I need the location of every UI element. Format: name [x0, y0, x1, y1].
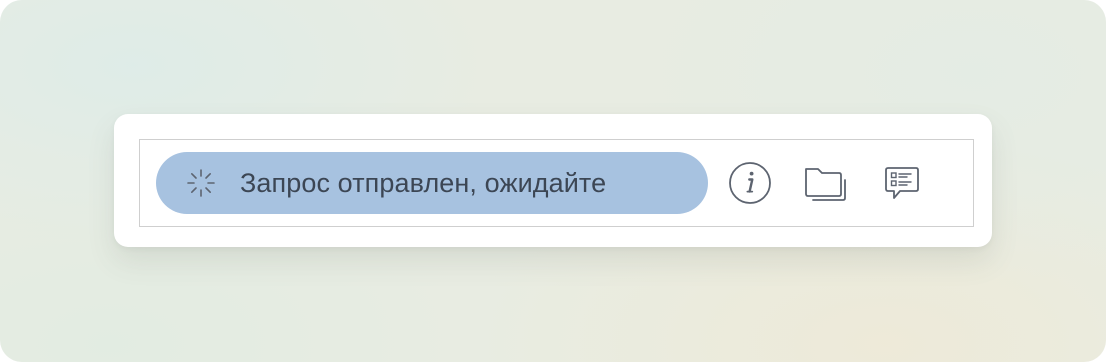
folders-icon [805, 168, 846, 201]
loading-spinner-icon [187, 169, 215, 197]
status-pill: Запрос отправлен, ожидайте [156, 152, 708, 214]
chat-list-icon [885, 167, 919, 199]
background-frame: Запрос отправлен, ожидайте [0, 0, 1106, 362]
status-card: Запрос отправлен, ожидайте [114, 114, 992, 247]
status-text: Запрос отправлен, ожидайте [240, 167, 607, 198]
chat-button[interactable] [876, 157, 928, 209]
status-toolbar: Запрос отправлен, ожидайте [139, 139, 974, 227]
folder-button[interactable] [800, 157, 852, 209]
info-icon [729, 162, 771, 204]
info-button[interactable] [724, 157, 776, 209]
